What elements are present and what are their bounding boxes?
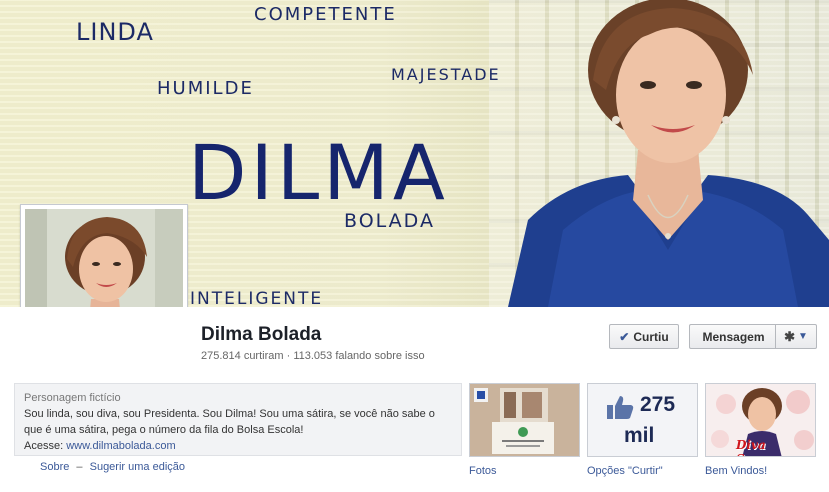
photos-thumbnail-image bbox=[470, 384, 579, 456]
suggest-edit-link[interactable]: Sugerir uma edição bbox=[90, 461, 185, 473]
app-tile-welcome[interactable]: Diva Suprema bbox=[705, 383, 816, 457]
cover-word-linda: LINDA bbox=[76, 18, 154, 46]
message-button[interactable]: Mensagem bbox=[689, 324, 777, 349]
page-header: Dilma Bolada 275.814 curtiram · 113.053 … bbox=[0, 307, 829, 377]
checkmark-icon: ✔ bbox=[619, 329, 630, 344]
cover-word-majestade: MAJESTADE bbox=[391, 65, 501, 84]
website-line: Acesse: www.dilmabolada.com bbox=[24, 438, 452, 454]
liked-button-label: Curtiu bbox=[633, 329, 669, 344]
app-tile-likes[interactable]: 275 mil bbox=[587, 383, 698, 457]
page-description: Sou linda, sou diva, sou Presidenta. Sou… bbox=[24, 408, 435, 436]
likes-count: 275 bbox=[640, 393, 676, 416]
cover-word-humilde: HUMILDE bbox=[157, 78, 254, 99]
cover-word-inteligente: INTELIGENTE bbox=[190, 289, 324, 307]
cover-word-competente: COMPETENTE bbox=[254, 4, 397, 25]
page-stats: 275.814 curtiram · 113.053 falando sobre… bbox=[201, 350, 425, 362]
app-label-photos[interactable]: Fotos bbox=[469, 465, 497, 477]
settings-dropdown-button[interactable]: ✱ ▼ bbox=[775, 324, 817, 349]
about-links: Sobre – Sugerir uma edição bbox=[40, 461, 185, 473]
app-label-likes[interactable]: Opções "Curtir" bbox=[587, 465, 663, 477]
app-label-welcome[interactable]: Bem Vindos! bbox=[705, 465, 767, 477]
cover-word-bolada: BOLADA bbox=[344, 210, 435, 232]
gear-icon: ✱ bbox=[784, 328, 795, 344]
message-button-label: Mensagem bbox=[702, 329, 765, 344]
website-prefix: Acesse: bbox=[24, 440, 67, 452]
diva-caption: Diva Suprema bbox=[736, 438, 796, 456]
about-box[interactable]: Personagem fictício Sou linda, sou diva,… bbox=[14, 383, 462, 456]
about-link[interactable]: Sobre bbox=[40, 461, 69, 473]
page-title[interactable]: Dilma Bolada bbox=[201, 324, 321, 346]
likes-unit: mil bbox=[624, 424, 655, 447]
about-links-separator: – bbox=[76, 461, 83, 473]
thumbs-up-icon bbox=[607, 396, 634, 419]
website-link[interactable]: www.dilmabolada.com bbox=[66, 440, 175, 452]
page-category: Personagem fictício bbox=[24, 392, 121, 404]
cover-title-dilma: DILMA bbox=[188, 128, 449, 217]
liked-button[interactable]: ✔ Curtiu bbox=[609, 324, 679, 349]
caret-down-icon: ▼ bbox=[798, 331, 808, 342]
app-tile-photos[interactable] bbox=[469, 383, 580, 457]
cover-portrait-image bbox=[508, 0, 829, 307]
